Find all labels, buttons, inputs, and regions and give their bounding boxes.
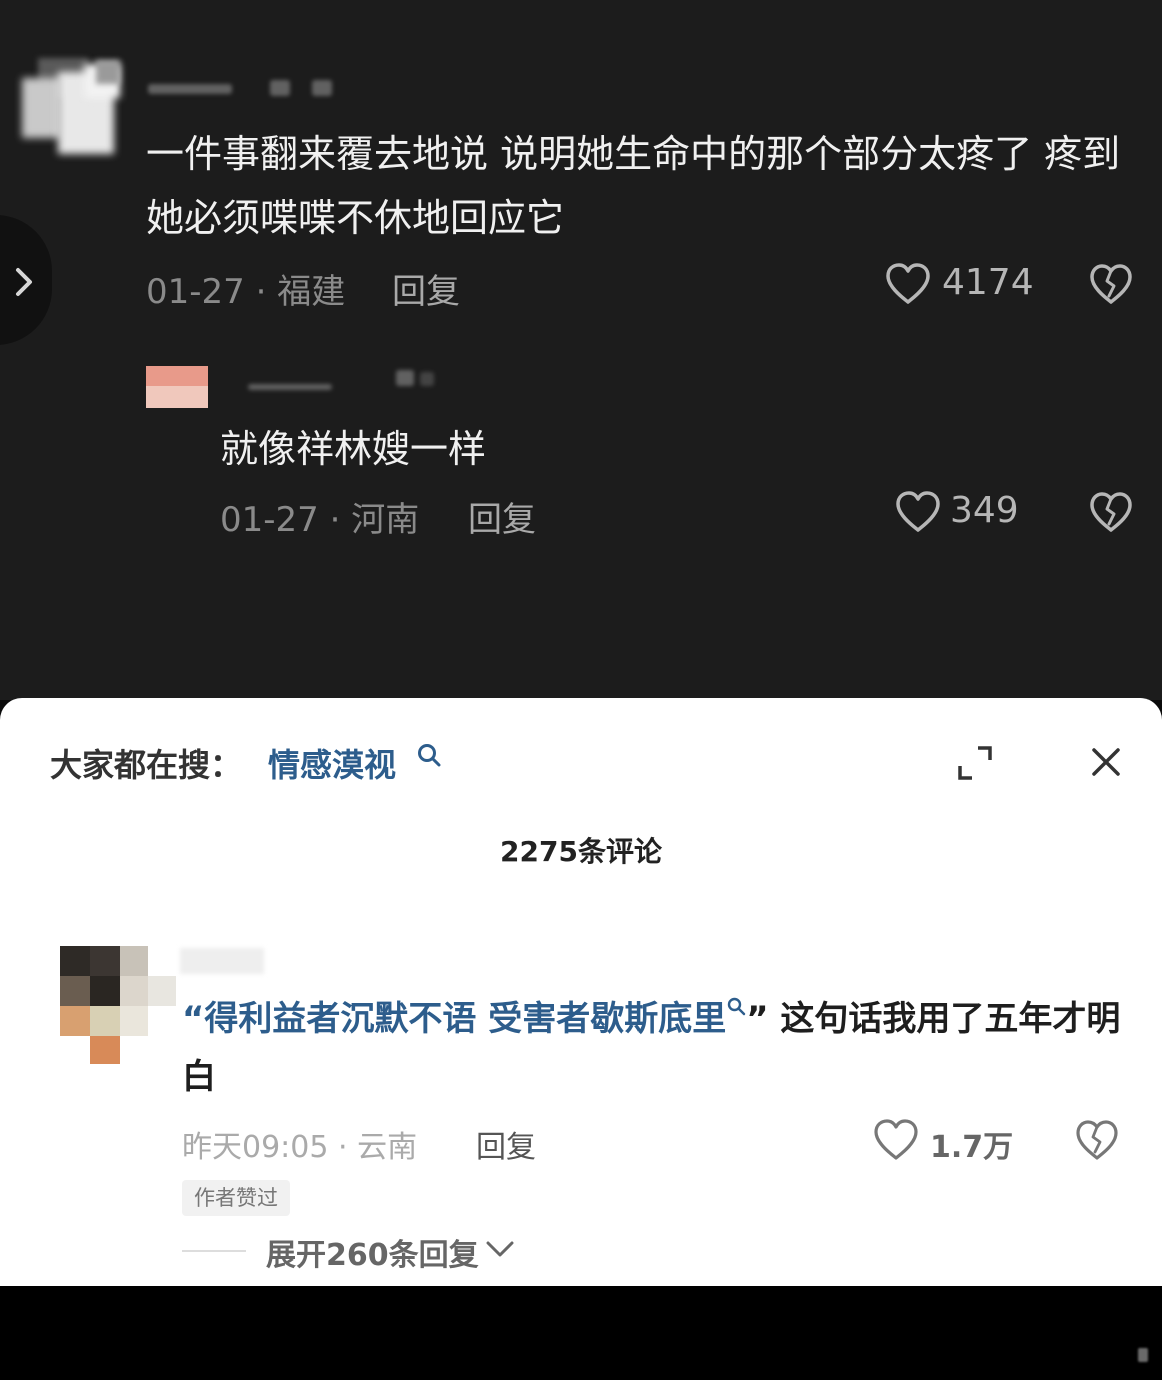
like-count: 1.7万 [930, 1130, 1014, 1165]
comment-meta: 01-27 · 福建 [146, 272, 346, 312]
reply-button[interactable]: 回复 [392, 264, 460, 313]
bottom-bar [0, 1286, 1162, 1380]
expand-replies-button[interactable]: 展开260条回复 [266, 1230, 479, 1274]
comment-sheet: 大家都在搜： 情感漠视 2275条评论 “得利益者沉默不语 受害者歇斯底里 ” … [0, 698, 1162, 1286]
broken-heart-icon[interactable] [1088, 262, 1134, 306]
video-background-area: 一件事翻来覆去地说 说明她生命中的那个部分太疼了 疼到她必须喋喋不休地回应它 0… [0, 0, 1162, 700]
comment-meta: 昨天09:05 · 云南 [182, 1130, 418, 1165]
trending-search-label: 大家都在搜： [50, 746, 243, 784]
broken-heart-icon[interactable] [1088, 490, 1134, 534]
comment-text: 一件事翻来覆去地说 说明她生命中的那个部分太疼了 疼到她必须喋喋不休地回应它 [146, 132, 1121, 240]
reply-button[interactable]: 回复 [476, 1122, 536, 1166]
close-icon[interactable] [1090, 746, 1122, 778]
chevron-down-icon[interactable] [484, 1238, 516, 1260]
broken-heart-icon[interactable] [1074, 1118, 1120, 1162]
comment-text: 就像祥林嫂一样 [220, 427, 487, 471]
expand-icon[interactable] [956, 744, 994, 782]
quote-close: ” [746, 999, 769, 1039]
reply-button[interactable]: 回复 [468, 492, 536, 541]
search-highlight-link[interactable]: 得利益者沉默不语 受害者歇斯底里 [204, 999, 726, 1039]
author-liked-badge: 作者赞过 [182, 1180, 290, 1216]
heart-icon[interactable] [872, 1118, 920, 1162]
watermark-mark [1138, 1348, 1148, 1362]
search-icon[interactable] [416, 742, 442, 768]
like-count: 349 [950, 490, 1019, 531]
trending-search-link[interactable]: 情感漠视 [268, 740, 396, 786]
comment-count-title: 2275条评论 [500, 835, 662, 868]
like-count: 4174 [942, 262, 1034, 303]
comment-text: “得利益者沉默不语 受害者歇斯底里” 这句话我用了五年才明白 [182, 990, 1132, 1106]
heart-icon[interactable] [884, 262, 932, 306]
search-icon[interactable] [726, 996, 746, 1016]
quote-open: “ [182, 999, 205, 1039]
heart-icon[interactable] [894, 490, 942, 534]
divider [182, 1250, 246, 1252]
chevron-right-icon[interactable] [10, 262, 38, 302]
comment-meta: 01-27 · 河南 [220, 500, 420, 540]
